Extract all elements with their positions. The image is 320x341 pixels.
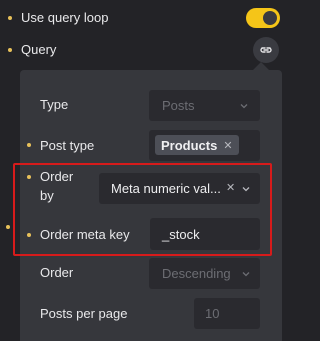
post-type-label: Post type [40, 138, 95, 153]
order-select[interactable]: Descending [149, 258, 260, 289]
chevron-down-icon [240, 104, 248, 109]
link-icon [260, 47, 272, 53]
order-label: Order [40, 265, 74, 280]
highlight-box [13, 163, 272, 256]
indicator-dot [27, 143, 31, 147]
use-query-loop-toggle[interactable] [246, 8, 280, 28]
toggle-knob [263, 11, 277, 25]
type-value: Posts [162, 98, 195, 113]
panel-arrow [253, 62, 269, 70]
chip-label: Products [161, 137, 218, 153]
use-query-loop-label: Use query loop [21, 10, 109, 25]
posts-per-page-label: Posts per page [40, 306, 128, 321]
order-value: Descending [162, 266, 231, 281]
type-select[interactable]: Posts [149, 90, 260, 121]
close-icon[interactable]: ✕ [223, 139, 232, 152]
indicator-dot [8, 48, 12, 52]
chevron-down-icon [242, 272, 250, 277]
indicator-dot [8, 16, 12, 20]
query-label: Query [21, 42, 57, 57]
query-settings-button[interactable] [253, 37, 279, 63]
posts-per-page-value: 10 [205, 306, 220, 321]
posts-per-page-input[interactable]: 10 [194, 298, 260, 329]
post-type-chip: Products ✕ [155, 135, 239, 155]
type-label: Type [40, 97, 69, 112]
indicator-dot [6, 225, 10, 229]
